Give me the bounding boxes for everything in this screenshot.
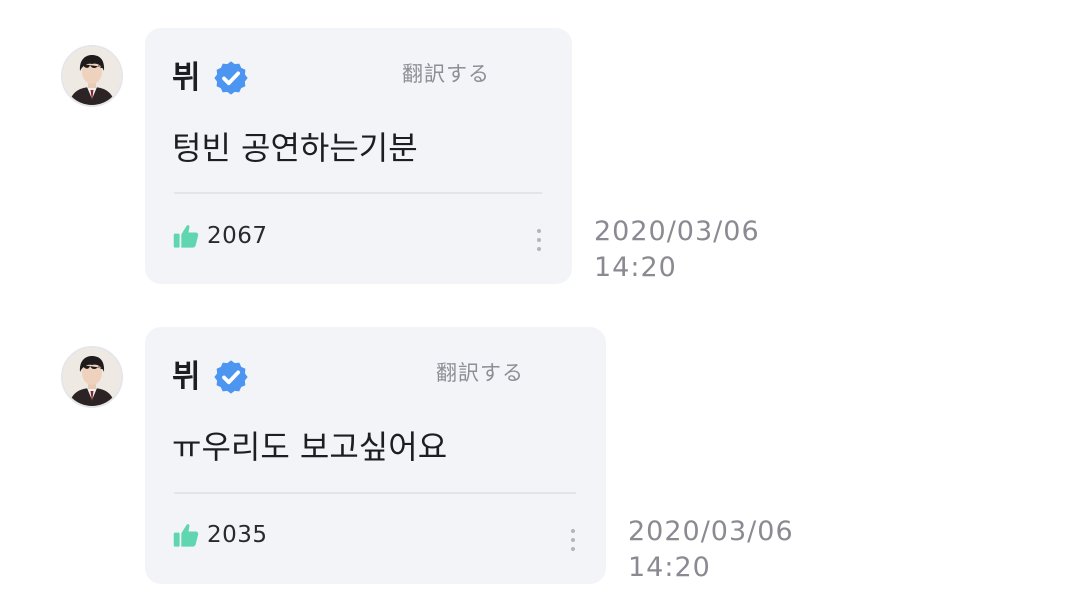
timestamp-time: 14:20 (594, 252, 677, 283)
timestamp-time: 14:20 (628, 552, 711, 583)
comment-bubble: 뷔 翻訳する 텅빈 공연하는기분 2067 (145, 28, 572, 284)
avatar-image (63, 348, 121, 406)
author-row: 뷔 (172, 58, 250, 98)
thumbs-up-icon (172, 521, 200, 549)
translate-button[interactable]: 翻訳する (436, 357, 524, 387)
timestamp: 2020/03/06 14:20 (594, 214, 760, 286)
timestamp: 2020/03/06 14:20 (628, 514, 794, 586)
like-count: 2035 (207, 522, 268, 548)
translate-button[interactable]: 翻訳する (402, 58, 490, 88)
divider (174, 492, 576, 494)
verified-badge-icon (212, 59, 250, 97)
more-vertical-icon[interactable] (563, 522, 583, 558)
like-count: 2067 (207, 223, 268, 249)
avatar[interactable] (61, 45, 123, 107)
like-button[interactable]: 2067 (172, 222, 268, 250)
timestamp-date: 2020/03/06 (594, 216, 760, 247)
divider (174, 192, 542, 194)
more-vertical-icon[interactable] (529, 222, 549, 258)
author-name[interactable]: 뷔 (172, 361, 201, 393)
author-row: 뷔 (172, 357, 250, 397)
verified-badge-icon (212, 358, 250, 396)
author-name[interactable]: 뷔 (172, 62, 201, 94)
timestamp-date: 2020/03/06 (628, 516, 794, 547)
like-button[interactable]: 2035 (172, 521, 268, 549)
avatar-image (63, 47, 121, 105)
comment-text: ㅠ우리도 보고싶어요 (172, 428, 448, 466)
avatar[interactable] (61, 346, 123, 408)
comment-bubble: 뷔 翻訳する ㅠ우리도 보고싶어요 2035 (145, 327, 606, 584)
comment-text: 텅빈 공연하는기분 (172, 129, 418, 167)
thumbs-up-icon (172, 222, 200, 250)
